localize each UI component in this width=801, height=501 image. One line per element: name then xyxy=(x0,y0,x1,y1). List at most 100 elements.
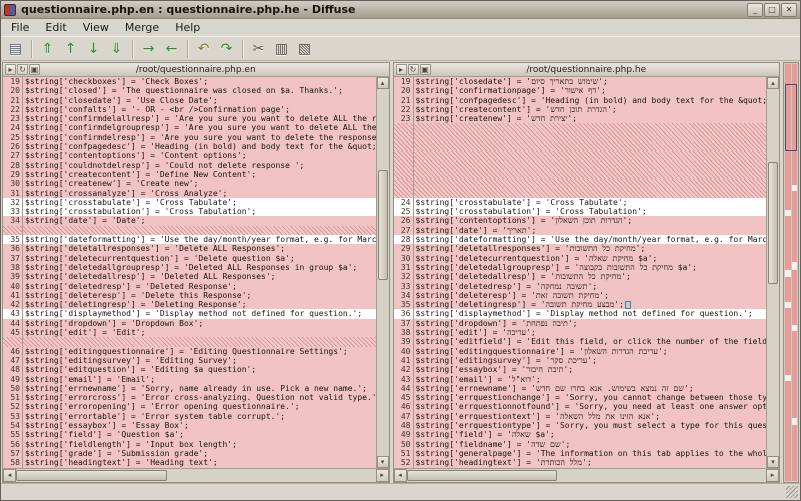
code-line[interactable]: $string['createcontent'] = 'Define New C… xyxy=(23,170,376,179)
code-line[interactable]: $string['deleteresp'] = 'Delete this Res… xyxy=(23,291,376,300)
code-line[interactable]: $string['deletecurrentquestion'] = 'Dele… xyxy=(23,254,376,263)
code-line[interactable]: $string['errquestiontext'] = 'אנא הזינו … xyxy=(414,412,767,421)
last-difference-button[interactable]: ⇓ xyxy=(105,38,128,60)
code-line[interactable]: $string['essaybox'] = 'תיבת חיבור'; xyxy=(414,365,767,374)
code-line[interactable]: $string['grade'] = 'Submission grade'; xyxy=(23,449,376,458)
code-line[interactable]: $string['editquestion'] = 'Editing $a qu… xyxy=(23,365,376,374)
file-open-icon[interactable]: ▸ xyxy=(396,64,407,75)
code-line[interactable]: $string['errnewname'] = 'שם זה נמצא בשימ… xyxy=(414,384,767,393)
scroll-down-arrow-icon[interactable]: ▾ xyxy=(377,456,389,468)
code-line[interactable]: $string['confirmationpage'] = 'דף אישור'… xyxy=(414,86,767,95)
code-line[interactable]: $string['couldnotdelresp'] = 'Could not … xyxy=(23,161,376,170)
code-line[interactable]: $string['crossanalyze'] = 'Cross Analyze… xyxy=(23,189,376,198)
previous-difference-button[interactable]: ↑ xyxy=(59,38,82,60)
scrollbar-track[interactable] xyxy=(767,89,779,456)
code-line[interactable]: $string['createnew'] = 'יצירת חדש'; xyxy=(414,114,767,123)
code-line[interactable]: $string['errnewname'] = 'Sorry, name alr… xyxy=(23,384,376,393)
menu-merge[interactable]: Merge xyxy=(117,20,167,35)
code-line[interactable]: $string['closed'] = 'The questionnaire w… xyxy=(23,86,376,95)
minimize-button[interactable]: _ xyxy=(747,3,763,17)
code-line[interactable]: $string['dateformatting'] = 'Use the day… xyxy=(414,235,767,244)
titlebar[interactable]: questionnaire.php.en : questionnaire.php… xyxy=(1,1,800,19)
paste-button[interactable]: ▧ xyxy=(293,38,316,60)
code-line[interactable]: $string['deletedallresp'] = 'Deleted ALL… xyxy=(23,272,376,281)
undo-button[interactable]: ↶ xyxy=(192,38,215,60)
code-line[interactable]: $string['confpagedesc'] = 'Heading (in b… xyxy=(23,142,376,151)
right-vertical-scrollbar[interactable]: ▴ ▾ xyxy=(766,77,779,468)
code-line[interactable]: $string['deletedresp'] = 'Deleted Respon… xyxy=(23,282,376,291)
copy-selection-left-button[interactable]: ← xyxy=(160,38,183,60)
code-line[interactable]: $string['deletallresponses'] = 'מחיקת כל… xyxy=(414,244,767,253)
close-button[interactable]: ✕ xyxy=(781,3,797,17)
code-line[interactable]: $string['dateformatting'] = 'Use the day… xyxy=(23,235,376,244)
code-line[interactable]: $string['crosstabulation'] = 'Cross Tabu… xyxy=(23,207,376,216)
code-line[interactable]: $string['erroropening'] = 'Error opening… xyxy=(23,402,376,411)
scrollbar-thumb[interactable] xyxy=(16,470,167,481)
code-line[interactable]: $string['closedate'] = 'שימוש בתאריך סיו… xyxy=(414,77,767,86)
scroll-up-arrow-icon[interactable]: ▴ xyxy=(377,77,389,89)
file-save-icon[interactable]: ▣ xyxy=(420,64,431,75)
right-horizontal-scrollbar[interactable]: ◂ ▸ xyxy=(394,468,780,482)
code-line[interactable]: $string['fieldlength'] = 'Input box leng… xyxy=(23,440,376,449)
code-line[interactable]: $string['checkboxes'] = 'Check Boxes'; xyxy=(23,77,376,86)
code-line[interactable]: $string['date'] = 'Date'; xyxy=(23,216,376,225)
code-line[interactable]: $string['closedate'] = 'Use Close Date'; xyxy=(23,96,376,105)
file-reload-icon[interactable]: ↻ xyxy=(408,64,419,75)
code-line[interactable]: $string['headingtext'] = 'מלל הכותרת'; xyxy=(414,458,767,467)
scrollbar-thumb[interactable] xyxy=(378,170,388,280)
scrollbar-thumb[interactable] xyxy=(407,470,558,481)
code-line[interactable]: $string['confpagedesc'] = 'Heading (in b… xyxy=(414,96,767,105)
next-difference-button[interactable]: ↓ xyxy=(82,38,105,60)
code-line[interactable]: $string['date'] = 'תאריך'; xyxy=(414,226,767,235)
scroll-left-arrow-icon[interactable]: ◂ xyxy=(394,469,407,482)
code-line[interactable]: $string['field'] = 'Question $a'; xyxy=(23,430,376,439)
maximize-button[interactable]: □ xyxy=(764,3,780,17)
code-line[interactable]: $string['email'] = 'דוא"ל'; xyxy=(414,375,767,384)
cut-button[interactable]: ✂ xyxy=(247,38,270,60)
realign-all-button[interactable]: ▤ xyxy=(4,38,27,60)
code-line[interactable]: $string['deletallresponses'] = 'Delete A… xyxy=(23,244,376,253)
code-line[interactable]: $string['contentoptions'] = 'Content opt… xyxy=(23,151,376,160)
code-line[interactable]: $string['editingsurvey'] = 'Editing Surv… xyxy=(23,356,376,365)
code-line[interactable]: $string['editingquestionnaire'] = 'Editi… xyxy=(23,347,376,356)
code-line[interactable]: $string['errorcross'] = 'Error cross-ana… xyxy=(23,393,376,402)
code-line[interactable]: $string['deleteresp'] = 'מחיקת תשובה זאת… xyxy=(414,291,767,300)
code-line[interactable]: $string['confirmdelallresp'] = 'Are you … xyxy=(23,114,376,123)
code-line[interactable]: $string['editingquestionnaire'] = 'עריכת… xyxy=(414,347,767,356)
code-line[interactable]: $string['displaymethod'] = 'Display meth… xyxy=(23,309,376,318)
code-line[interactable]: $string['contentoptions'] = 'הגדרות תוכן… xyxy=(414,216,767,225)
code-line[interactable]: $string['field'] = 'שאלה $a'; xyxy=(414,430,767,439)
code-line[interactable]: $string['essaybox'] = 'Essay Box'; xyxy=(23,421,376,430)
code-line[interactable]: $string['errquestiontype'] = 'Sorry, you… xyxy=(414,421,767,430)
menu-view[interactable]: View xyxy=(75,20,117,35)
left-horizontal-scrollbar[interactable]: ◂ ▸ xyxy=(3,468,389,482)
code-line[interactable]: $string['edit'] = 'עריכה'; xyxy=(414,328,767,337)
menu-edit[interactable]: Edit xyxy=(37,20,74,35)
scroll-right-arrow-icon[interactable]: ▸ xyxy=(766,469,779,482)
code-line[interactable]: $string['confirmdelgroupresp'] = 'Are yo… xyxy=(23,123,376,132)
code-line[interactable]: $string['confalts'] = '- OR - <br />Conf… xyxy=(23,105,376,114)
code-line[interactable]: $string['confirmdelresp'] = 'Are you sur… xyxy=(23,133,376,142)
scrollbar-track[interactable] xyxy=(16,469,376,482)
right-code-view[interactable]: $string['closedate'] = 'שימוש בתאריך סיו… xyxy=(414,77,767,468)
map-viewport-indicator[interactable] xyxy=(785,84,797,151)
file-open-icon[interactable]: ▸ xyxy=(5,64,16,75)
code-line[interactable]: $string['deletingresp'] = 'Deleting Resp… xyxy=(23,300,376,309)
code-line[interactable]: $string['errquestionnotfound'] = 'Sorry,… xyxy=(414,402,767,411)
code-line[interactable]: $string['dropdown'] = 'תיבה נפתחת'; xyxy=(414,319,767,328)
code-line[interactable]: $string['crosstabulate'] = 'Cross Tabula… xyxy=(414,198,767,207)
code-line[interactable]: $string['deletedallgroupresp'] = 'מחיקת … xyxy=(414,263,767,272)
resize-grip-icon[interactable] xyxy=(786,486,798,498)
code-line[interactable]: $string['deletedallresp'] = 'מחיקת כל הת… xyxy=(414,272,767,281)
scroll-left-arrow-icon[interactable]: ◂ xyxy=(3,469,16,482)
left-code-view[interactable]: $string['checkboxes'] = 'Check Boxes';$s… xyxy=(23,77,376,468)
diff-overview-map[interactable] xyxy=(783,62,799,483)
menu-file[interactable]: File xyxy=(3,20,37,35)
menu-help[interactable]: Help xyxy=(167,20,208,35)
file-save-icon[interactable]: ▣ xyxy=(29,64,40,75)
redo-button[interactable]: ↷ xyxy=(215,38,238,60)
code-line[interactable]: $string['crosstabulate'] = 'Cross Tabula… xyxy=(23,198,376,207)
code-line[interactable]: $string['generalpage'] = 'The informatio… xyxy=(414,449,767,458)
code-line[interactable]: $string['deletecurrentquestion'] = 'מחיק… xyxy=(414,254,767,263)
code-line[interactable]: $string['dropdown'] = 'Dropdown Box'; xyxy=(23,319,376,328)
